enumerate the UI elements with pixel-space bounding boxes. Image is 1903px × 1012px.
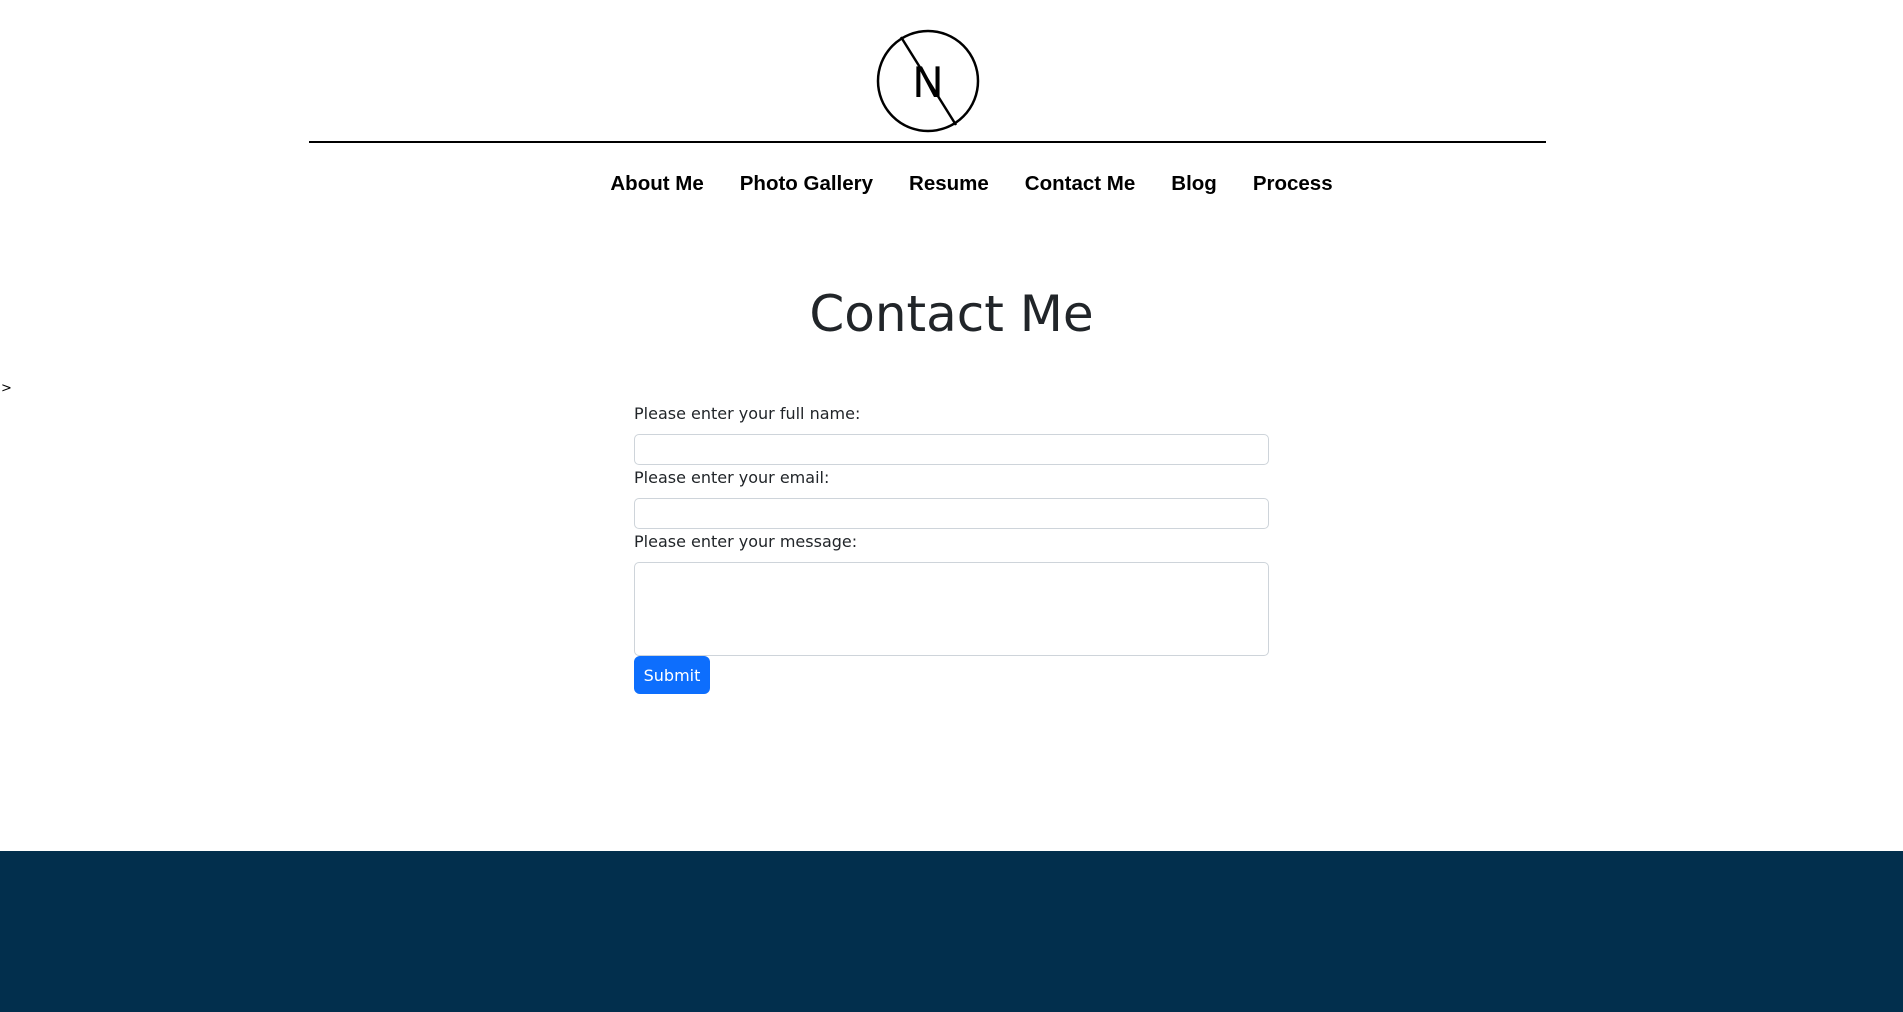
nav-link-photo-gallery[interactable]: Photo Gallery [740, 172, 873, 196]
nav-link-blog[interactable]: Blog [1171, 172, 1217, 196]
header-divider [309, 141, 1546, 143]
full-name-label: Please enter your full name: [634, 404, 861, 423]
contact-form: Please enter your full name: Please ente… [634, 404, 1269, 694]
logo-icon: N [876, 29, 980, 133]
email-label: Please enter your email: [634, 468, 830, 487]
page-title: Contact Me [809, 285, 1094, 343]
full-name-input[interactable] [634, 434, 1269, 465]
main-nav: About Me Photo Gallery Resume Contact Me… [0, 172, 1903, 196]
nav-link-contact-me[interactable]: Contact Me [1025, 172, 1135, 196]
submit-button[interactable]: Submit [634, 656, 710, 694]
logo-letter: N [912, 58, 943, 107]
nav-link-resume[interactable]: Resume [909, 172, 989, 196]
stray-text: > [1, 381, 12, 396]
nav-link-process[interactable]: Process [1253, 172, 1333, 196]
message-textarea[interactable] [634, 562, 1269, 656]
message-label: Please enter your message: [634, 532, 858, 551]
nav-link-about-me[interactable]: About Me [610, 172, 703, 196]
email-input[interactable] [634, 498, 1269, 529]
footer [0, 851, 1903, 1012]
